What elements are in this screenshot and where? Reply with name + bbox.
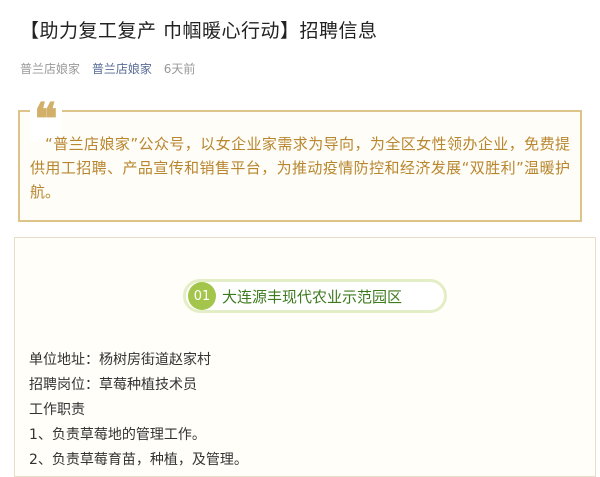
publish-time: 6天前 — [163, 62, 196, 76]
address-line: 单位地址：杨树房街道赵家村 — [29, 352, 211, 368]
intro-quote-text: “普兰店娘家”公众号，以女企业家需求为导向，为全区女性领办企业，免费提供用工招聘… — [30, 135, 570, 201]
duties-heading: 工作职责 — [29, 402, 85, 418]
position-line: 招聘岗位：草莓种植技术员 — [29, 377, 197, 393]
section-heading-badge: 01 大连源丰现代农业示范园区 — [183, 279, 447, 313]
author-name: 普兰店娘家 — [20, 62, 81, 76]
duty-item: 2、负责草莓育苗，种植，及管理。 — [29, 452, 248, 468]
section-number: 01 — [188, 282, 216, 310]
duty-item: 1、负责草莓地的管理工作。 — [29, 427, 206, 443]
employer-card: 01 大连源丰现代农业示范园区 单位地址：杨树房街道赵家村 招聘岗位：草莓种植技… — [14, 237, 596, 477]
intro-quote-box: ❝ “普兰店娘家”公众号，以女企业家需求为导向，为全区女性领办企业，免费提供用工… — [18, 98, 582, 222]
section-title: 大连源丰现代农业示范园区 — [222, 287, 403, 306]
article-meta: 普兰店娘家 普兰店娘家 6天前 — [20, 60, 195, 77]
account-link[interactable]: 普兰店娘家 — [92, 62, 152, 76]
article-title: 【助力复工复产 巾帼暖心行动】招聘信息 — [20, 20, 378, 42]
job-details: 单位地址：杨树房街道赵家村 招聘岗位：草莓种植技术员 工作职责 1、负责草莓地的… — [29, 348, 248, 473]
